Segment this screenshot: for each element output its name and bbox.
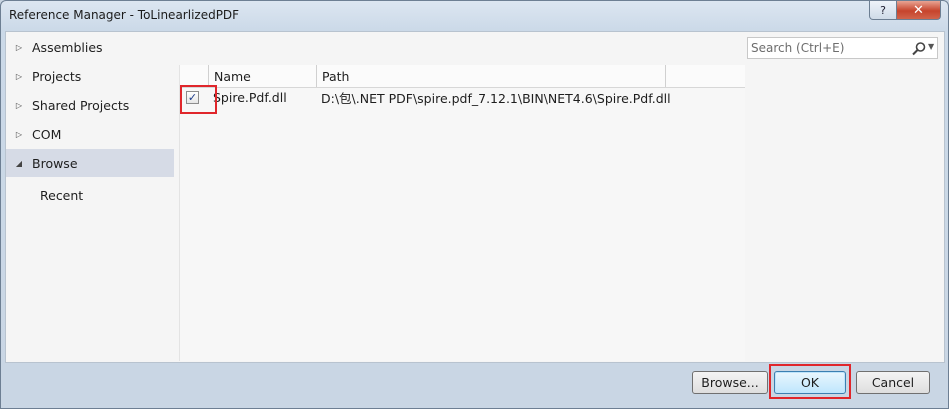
search-input[interactable]: [751, 40, 906, 56]
column-header-name[interactable]: Name: [209, 65, 317, 87]
row-name: Spire.Pdf.dll: [213, 89, 287, 105]
help-icon: ?: [880, 3, 886, 17]
nav-item-shared-projects[interactable]: ▷ Shared Projects: [6, 91, 174, 119]
checkbox-highlight: [180, 85, 217, 114]
reference-manager-window: Reference Manager - ToLinearlizedPDF ? ✕…: [0, 0, 949, 409]
nav-item-label: COM: [32, 126, 62, 142]
collapse-arrow-icon: ◢: [15, 158, 23, 168]
expand-arrow-icon: ▷: [15, 129, 23, 139]
expand-arrow-icon: ▷: [15, 100, 23, 110]
window-title: Reference Manager - ToLinearlizedPDF: [9, 8, 240, 22]
nav-item-label: Assemblies: [32, 39, 103, 55]
reference-list: Name Path ✓ Spire.Pdf.dll D:\包\.NET PDF\…: [179, 65, 745, 361]
cancel-button[interactable]: Cancel: [856, 371, 930, 394]
dialog-content: ▷ Assemblies ▷ Projects ▷ Shared Project…: [5, 31, 945, 363]
nav-item-assemblies[interactable]: ▷ Assemblies: [6, 33, 174, 61]
nav-item-projects[interactable]: ▷ Projects: [6, 62, 174, 90]
list-header: Name Path: [180, 65, 745, 88]
search-icon[interactable]: [911, 41, 927, 57]
row-path: D:\包\.NET PDF\spire.pdf_7.12.1\BIN\NET4.…: [321, 90, 671, 106]
expand-arrow-icon: ▷: [15, 71, 23, 81]
cancel-button-label: Cancel: [871, 375, 915, 390]
column-header-path[interactable]: Path: [317, 65, 666, 87]
table-row[interactable]: ✓ Spire.Pdf.dll D:\包\.NET PDF\spire.pdf_…: [180, 87, 745, 107]
ok-highlight: [769, 364, 851, 399]
expand-arrow-icon: ▷: [15, 42, 23, 52]
nav-item-label: Shared Projects: [32, 97, 130, 113]
search-box[interactable]: ▼: [747, 37, 938, 59]
browse-button[interactable]: Browse...: [692, 371, 768, 394]
close-icon: ✕: [913, 2, 924, 18]
title-bar[interactable]: Reference Manager - ToLinearlizedPDF ? ✕: [1, 1, 948, 30]
help-button[interactable]: ?: [869, 1, 897, 20]
nav-item-com[interactable]: ▷ COM: [6, 120, 174, 148]
browse-button-label: Browse...: [701, 375, 759, 390]
search-dropdown-icon[interactable]: ▼: [928, 42, 934, 51]
nav-item-label: Browse: [32, 155, 78, 171]
nav-panel: ▷ Assemblies ▷ Projects ▷ Shared Project…: [6, 32, 174, 362]
checkbox-column-header: [180, 65, 209, 87]
nav-item-label: Projects: [32, 68, 82, 84]
close-button[interactable]: ✕: [896, 1, 941, 20]
nav-item-browse[interactable]: ◢ Browse: [6, 149, 174, 177]
nav-item-recent[interactable]: Recent: [40, 188, 83, 203]
